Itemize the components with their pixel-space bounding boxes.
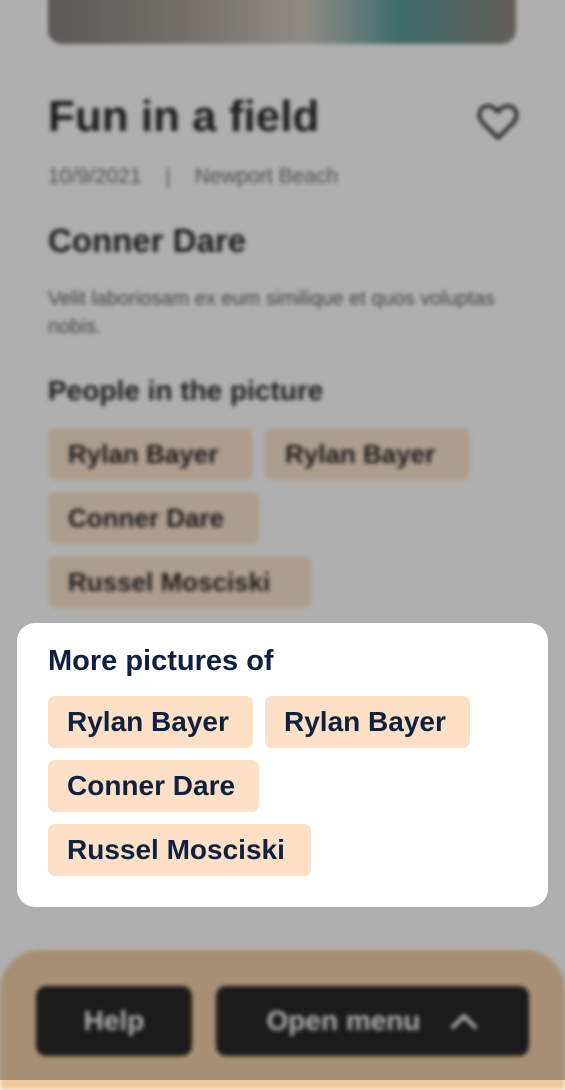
modal-backdrop[interactable] [0,0,565,1080]
person-chip-rylan-bayer[interactable]: Rylan Bayer [265,696,470,748]
person-chip-russel-mosciski[interactable]: Russel Mosciski [48,824,311,876]
person-chip-rylan-bayer[interactable]: Rylan Bayer [48,696,253,748]
person-chip-conner-dare[interactable]: Conner Dare [48,760,259,812]
dialog-title: More pictures of [48,645,274,677]
more-pictures-dialog: More pictures of Rylan Bayer Rylan Bayer… [17,623,548,907]
